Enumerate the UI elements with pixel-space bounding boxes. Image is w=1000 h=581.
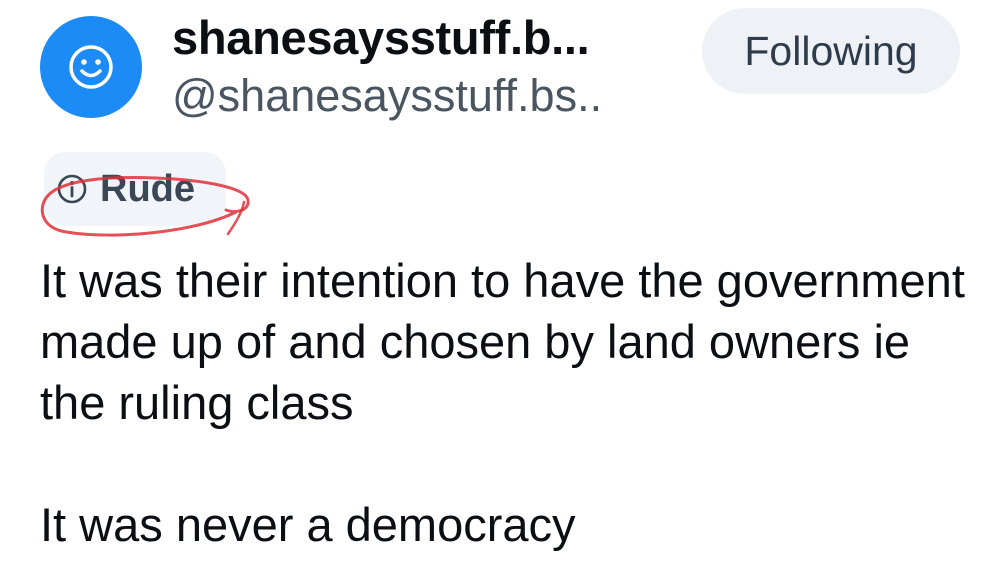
post-card: shanesaysstuff.b... @shanesaysstuff.bs..… <box>0 0 1000 581</box>
info-circle-icon <box>56 171 92 207</box>
avatar[interactable] <box>40 16 142 118</box>
content-label-text: Rude <box>100 167 195 210</box>
content-warning-label[interactable]: Rude <box>44 152 226 226</box>
author-handle[interactable]: @shanesaysstuff.bs.. <box>172 70 602 122</box>
post-paragraph: It was their intention to have the gover… <box>40 254 965 429</box>
smiley-face-icon <box>69 45 113 89</box>
following-button[interactable]: Following <box>702 8 960 94</box>
post-paragraph: It was never a democracy <box>40 498 576 551</box>
post-text: It was their intention to have the gover… <box>40 250 980 555</box>
author-display-name[interactable]: shanesaysstuff.b... <box>172 10 590 65</box>
